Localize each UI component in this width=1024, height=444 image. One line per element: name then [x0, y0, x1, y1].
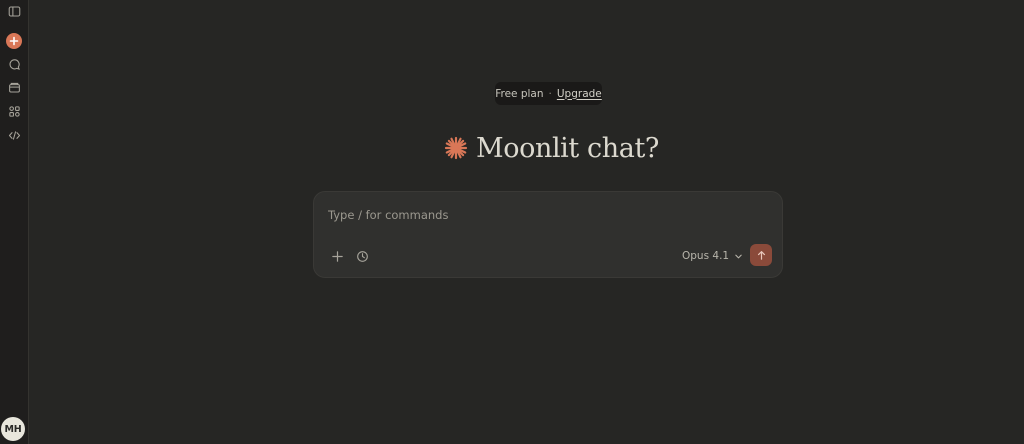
- sidebar-item-artifacts[interactable]: [4, 101, 24, 121]
- attach-button[interactable]: [327, 246, 347, 266]
- message-input[interactable]: [328, 206, 768, 224]
- arrow-up-icon: [757, 250, 765, 260]
- new-chat-button[interactable]: [4, 31, 24, 51]
- greeting: Moonlit chat?: [444, 128, 659, 168]
- history-button[interactable]: [352, 246, 372, 266]
- model-label: Opus 4.1: [682, 250, 730, 262]
- chats-icon: [9, 58, 20, 70]
- sidebar-toggle-icon: [8, 6, 20, 16]
- artifacts-icon: [8, 105, 20, 117]
- send-button[interactable]: [750, 244, 772, 266]
- sidebar-toggle-button[interactable]: [4, 1, 24, 21]
- spark-logo-icon: [444, 136, 468, 160]
- code-icon: [8, 130, 20, 140]
- plan-label: Free plan: [495, 87, 544, 100]
- sidebar-item-chats[interactable]: [4, 54, 24, 74]
- sidebar-item-code[interactable]: [4, 125, 24, 145]
- upgrade-link[interactable]: Upgrade: [557, 88, 602, 100]
- avatar[interactable]: MH: [1, 417, 25, 441]
- composer: Opus 4.1: [313, 191, 783, 278]
- plus-icon: [331, 250, 343, 262]
- sidebar: MH: [0, 0, 29, 444]
- clock-icon: [356, 250, 368, 262]
- projects-icon: [8, 82, 20, 92]
- plan-separator: ·: [548, 87, 552, 100]
- greeting-text: Moonlit chat?: [476, 132, 659, 164]
- plan-banner: Free plan · Upgrade: [495, 82, 602, 105]
- chevron-down-icon: [735, 254, 742, 258]
- plus-icon: [9, 36, 19, 46]
- model-selector[interactable]: Opus 4.1: [682, 247, 743, 265]
- sidebar-item-projects[interactable]: [4, 77, 24, 97]
